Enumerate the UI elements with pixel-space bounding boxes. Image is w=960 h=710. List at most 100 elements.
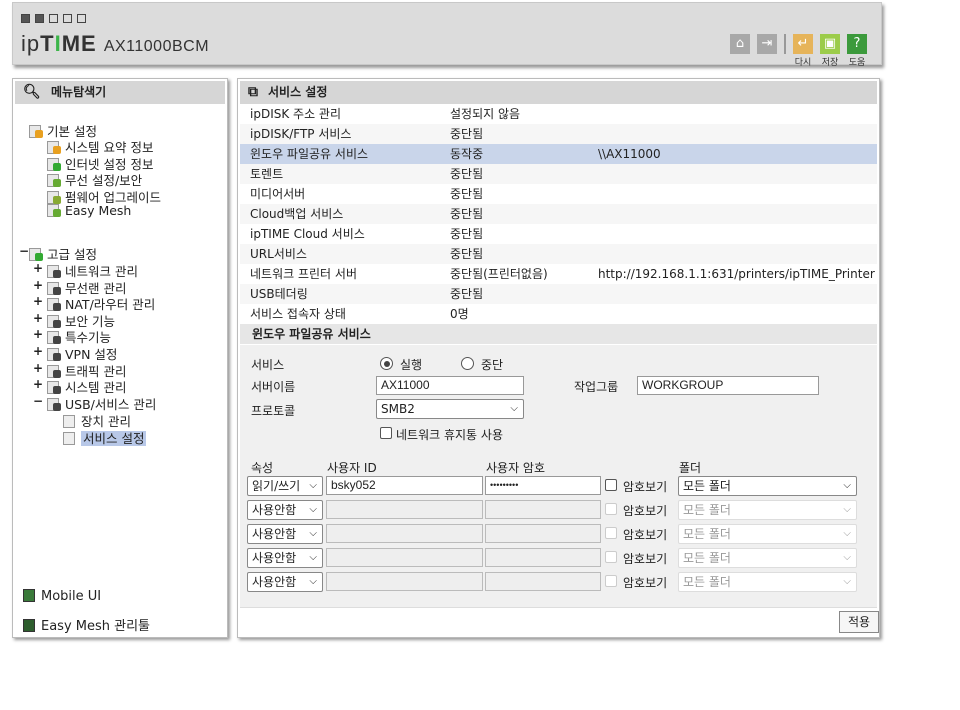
service-row: USB테더링 중단됨: [240, 284, 877, 304]
id-header: 사용자 ID: [327, 461, 377, 475]
chevron-down-icon: ⌵: [843, 480, 851, 491]
attr-select[interactable]: 사용안함 ⌵: [247, 500, 323, 520]
logo-square: [63, 14, 72, 23]
user-id-input[interactable]: [326, 572, 483, 591]
show-password-label: 암호보기: [623, 504, 668, 518]
run-label: 실행: [400, 358, 423, 372]
expand-icon[interactable]: +: [33, 311, 43, 325]
expand-icon[interactable]: +: [33, 278, 43, 292]
show-password-label: 암호보기: [623, 576, 668, 590]
folder-select[interactable]: 모든 폴더 ⌵: [678, 524, 857, 544]
folder-icon: [29, 125, 43, 138]
logo-square: [49, 14, 58, 23]
logo: ipTIME AX11000BCM: [21, 31, 210, 56]
protocol-select[interactable]: SMB2 ⌵: [376, 399, 524, 419]
main-title: ⧉ 서비스 설정: [240, 81, 877, 104]
service-label: 서비스: [251, 358, 285, 372]
show-password-checkbox[interactable]: [605, 527, 617, 539]
save-label: 저장: [821, 58, 839, 68]
folder-select[interactable]: 모든 폴더 ⌵: [678, 548, 857, 568]
restart-icon[interactable]: ↵: [793, 34, 813, 54]
help-label: 도움: [848, 58, 866, 68]
recycle-checkbox[interactable]: [380, 427, 392, 439]
header: ipTIME AX11000BCM ⌂ ⇥ ↵ 다시 ▣ 저장 ? 도움: [12, 2, 882, 68]
folder-select[interactable]: 모든 폴더 ⌵: [678, 500, 857, 520]
show-password-label: 암호보기: [623, 552, 668, 566]
expand-icon[interactable]: +: [33, 327, 43, 341]
service-row: 토렌트 중단됨: [240, 164, 877, 184]
chevron-down-icon: ⌵: [309, 576, 317, 587]
search-icon: 🔍︎: [23, 84, 41, 100]
user-pw-input[interactable]: [485, 524, 601, 543]
logout-icon[interactable]: ⇥: [757, 34, 777, 54]
attr-header: 속성: [251, 461, 274, 475]
expand-icon[interactable]: +: [33, 361, 43, 375]
user-id-input[interactable]: [326, 548, 483, 567]
menu-item-icon: [47, 174, 61, 187]
user-pw-input[interactable]: •••••••••: [485, 476, 601, 495]
apply-button[interactable]: 적용: [839, 611, 879, 633]
folder-icon: [47, 364, 61, 378]
home-icon[interactable]: ⌂: [730, 34, 750, 54]
user-id-input[interactable]: bsky052: [326, 476, 483, 495]
expand-icon[interactable]: +: [33, 294, 43, 308]
workgroup-input[interactable]: WORKGROUP: [637, 376, 819, 395]
service-row: URL서비스 중단됨: [240, 244, 877, 264]
recycle-label: 네트워크 휴지통 사용: [396, 428, 503, 442]
easymesh-tool-link[interactable]: Easy Mesh 관리툴: [23, 615, 150, 634]
chevron-down-icon: ⌵: [309, 552, 317, 563]
show-password-label: 암호보기: [623, 528, 668, 542]
user-pw-input[interactable]: [485, 500, 601, 519]
service-row: 네트워크 프린터 서버 중단됨(프린터없음) http://192.168.1.1:…: [240, 264, 877, 284]
logo-square: [77, 14, 86, 23]
user-pw-input[interactable]: [485, 548, 601, 567]
attr-select[interactable]: 사용안함 ⌵: [247, 524, 323, 544]
service-row: ipTIME Cloud 서비스 중단됨: [240, 224, 877, 244]
server-name-input[interactable]: AX11000: [376, 376, 524, 395]
folder-icon: [47, 381, 61, 395]
expand-icon[interactable]: +: [33, 261, 43, 275]
stop-label: 중단: [481, 358, 504, 372]
user-id-input[interactable]: [326, 500, 483, 519]
save-icon[interactable]: ▣: [820, 34, 840, 54]
expand-icon[interactable]: +: [33, 377, 43, 391]
user-id-input[interactable]: [326, 524, 483, 543]
menu-item-icon: [47, 190, 61, 204]
user-pw-input[interactable]: [485, 572, 601, 591]
show-password-label: 암호보기: [623, 480, 668, 494]
tree-item[interactable]: USB/서비스 관리: [47, 394, 156, 413]
folder-icon: [47, 331, 61, 345]
logo-square: [21, 14, 30, 23]
folder-header: 폴더: [679, 461, 702, 475]
page-icon: [63, 431, 75, 445]
expand-icon[interactable]: +: [33, 344, 43, 358]
show-password-checkbox[interactable]: [605, 575, 617, 587]
folder-select[interactable]: 모든 폴더 ⌵: [678, 572, 857, 592]
radio-stop[interactable]: [461, 357, 474, 370]
folder-icon: [29, 248, 43, 261]
mobile-icon: [23, 589, 35, 602]
divider: [240, 607, 877, 608]
show-password-checkbox[interactable]: [605, 503, 617, 515]
attr-select[interactable]: 사용안함 ⌵: [247, 572, 323, 592]
show-password-checkbox[interactable]: [605, 479, 617, 491]
radio-run[interactable]: [380, 357, 393, 370]
folder-icon: [47, 314, 61, 328]
attr-select[interactable]: 읽기/쓰기 ⌵: [247, 476, 323, 496]
collapse-icon[interactable]: −: [33, 394, 43, 408]
help-icon[interactable]: ?: [847, 34, 867, 54]
tree-subitem[interactable]: 서비스 설정: [63, 428, 147, 447]
attr-select[interactable]: 사용안함 ⌵: [247, 548, 323, 568]
chevron-down-icon: ⌵: [309, 528, 317, 539]
service-row: 윈도우 파일공유 서비스 동작중 \\AX11000: [240, 144, 877, 164]
window-icon: ⧉: [248, 84, 258, 100]
page-icon: [63, 415, 75, 428]
chevron-down-icon: ⌵: [843, 552, 851, 563]
show-password-checkbox[interactable]: [605, 551, 617, 563]
tree-item[interactable]: Easy Mesh: [47, 203, 131, 218]
collapse-icon[interactable]: −: [19, 244, 29, 258]
server-name-label: 서버이름: [251, 380, 296, 394]
chevron-down-icon: ⌵: [843, 504, 851, 515]
mobile-ui-link[interactable]: Mobile UI: [23, 589, 101, 604]
folder-select[interactable]: 모든 폴더 ⌵: [678, 476, 857, 496]
